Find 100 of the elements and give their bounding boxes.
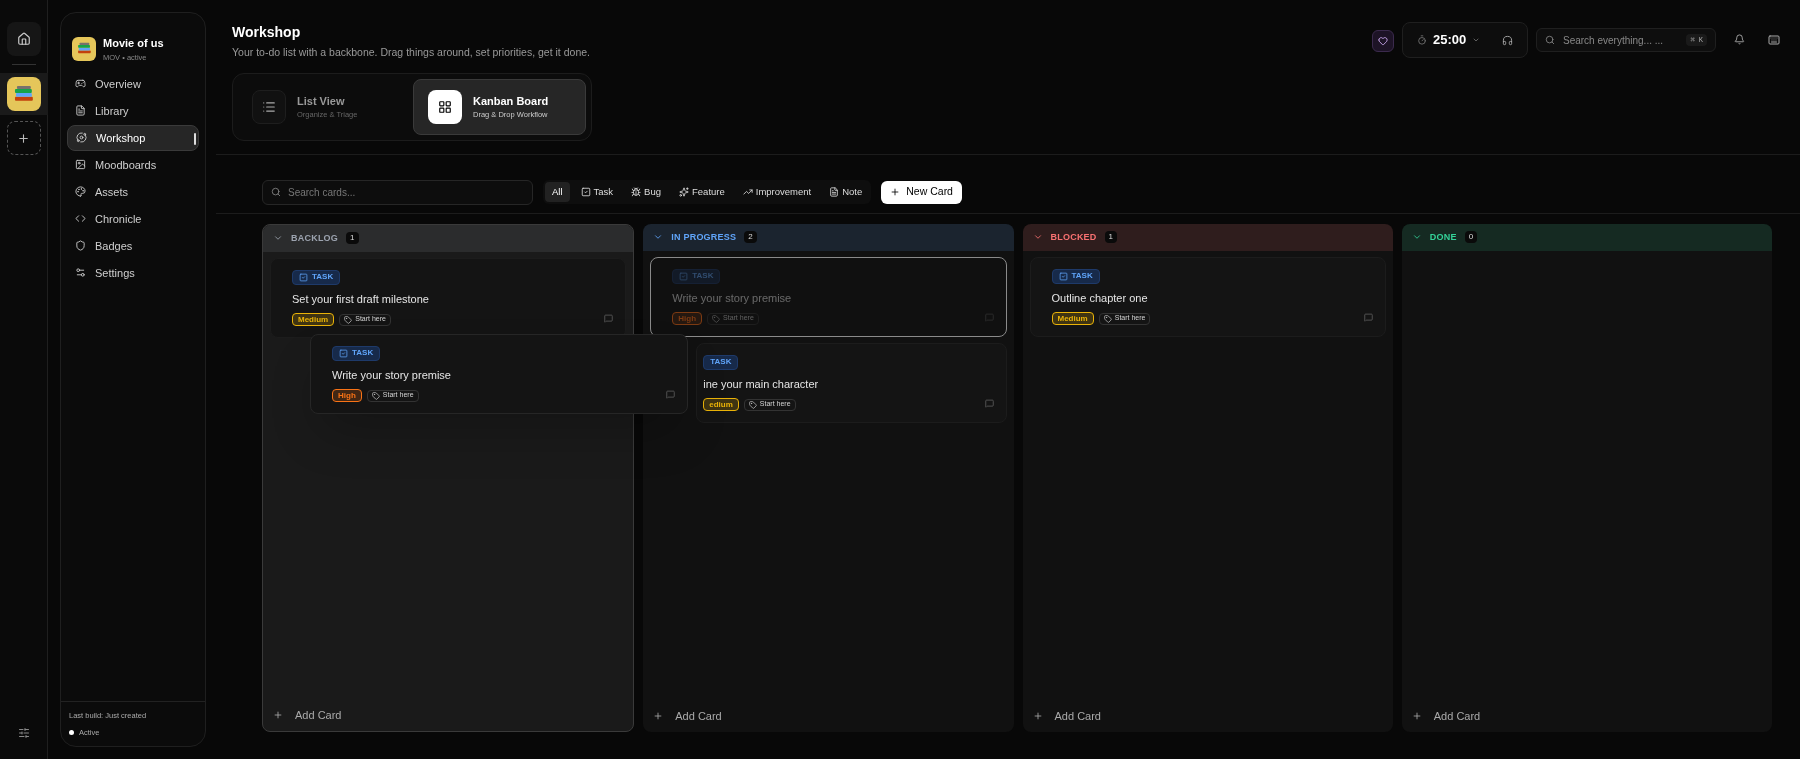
priority-tag: edium	[703, 398, 739, 411]
filter-chip[interactable]: Improvement	[735, 182, 819, 203]
plus-icon	[273, 710, 283, 720]
comment-icon[interactable]	[666, 389, 675, 399]
filter-chip[interactable]: Note	[822, 182, 870, 203]
nav-item[interactable]: Settings	[67, 259, 199, 286]
nav-item[interactable]: Badges	[67, 232, 199, 259]
page-title: Workshop	[232, 23, 302, 42]
search-icon	[1545, 35, 1555, 45]
nav-item[interactable]: Workshop	[67, 124, 199, 151]
count-badge: 1	[1104, 231, 1118, 244]
nav-icon	[75, 105, 86, 117]
card-title: ine your main character	[703, 376, 820, 392]
nav-item[interactable]: Library	[67, 97, 199, 124]
nav-icon	[75, 159, 86, 171]
checkbox-icon	[299, 272, 308, 282]
tag-icon	[748, 400, 757, 409]
filter-chip[interactable]: Feature	[672, 182, 732, 203]
comment-icon[interactable]	[984, 398, 994, 408]
project-name: Movie of us	[103, 36, 164, 51]
keyboard-icon[interactable]	[1768, 34, 1780, 46]
filter-icon	[631, 187, 642, 198]
plus-icon	[1032, 711, 1043, 721]
nav-item[interactable]: Moodboards	[67, 151, 199, 178]
priority-tag: Medium	[292, 313, 335, 326]
add-project-button[interactable]	[6, 121, 41, 155]
nav-icon	[75, 240, 86, 252]
page-subtitle: Your to-do list with a backbone. Drag things around, set priorities, get it done.	[232, 45, 591, 60]
plus-icon	[1411, 711, 1422, 721]
filter-icon	[742, 187, 753, 198]
list-icon	[262, 99, 276, 114]
type-badge: TASK	[1051, 268, 1100, 284]
tag-icon	[371, 391, 380, 400]
nav-icon	[75, 78, 86, 90]
comment-icon[interactable]	[604, 313, 614, 323]
count-badge: 2	[744, 231, 757, 244]
add-card-button[interactable]: Add Card	[653, 706, 722, 726]
timer-icon	[1417, 35, 1427, 45]
home-button[interactable]	[6, 22, 41, 56]
checkbox-icon	[679, 271, 689, 281]
column-header[interactable]: DONE 0	[1401, 223, 1772, 251]
tag-icon	[712, 314, 721, 323]
nav-item[interactable]: Overview	[67, 70, 199, 97]
nav-icon	[75, 213, 86, 225]
headphones-icon[interactable]	[1502, 34, 1513, 46]
card-title: Write your story premise	[672, 290, 793, 306]
filter-chip[interactable]: Bug	[624, 182, 668, 203]
view-title: List View	[297, 93, 346, 109]
search-icon	[271, 187, 281, 198]
add-card-button[interactable]: Add Card	[1032, 706, 1101, 726]
nav-icon	[75, 267, 86, 279]
add-card-button[interactable]: Add Card	[273, 705, 342, 725]
type-badge: TASK	[332, 345, 381, 361]
filter-icon	[580, 187, 591, 198]
priority-tag: Medium	[1051, 312, 1094, 325]
plus-icon	[17, 131, 30, 145]
priority-tag: High	[332, 389, 362, 402]
comment-icon[interactable]	[1363, 312, 1373, 322]
count-badge: 1	[346, 232, 359, 245]
view-title: Kanban Board	[473, 93, 549, 109]
nav-icon	[76, 132, 87, 144]
plus-icon	[653, 711, 664, 721]
home-icon	[16, 32, 31, 46]
timer-value: 25:00	[1433, 31, 1467, 50]
filter-icon	[829, 187, 840, 198]
column-title: IN PROGRESS	[671, 230, 737, 244]
priority-tag: High	[672, 312, 703, 325]
plus-icon	[890, 187, 901, 198]
nav-item[interactable]: Chronicle	[67, 205, 199, 232]
type-badge: TASK	[672, 268, 721, 284]
nav-item[interactable]: Assets	[67, 178, 199, 205]
grid-icon	[438, 99, 452, 114]
filter-icon	[679, 187, 689, 198]
card-title: Write your story premise	[332, 367, 452, 383]
new-card-button[interactable]: New Card	[881, 180, 962, 204]
card-search-field[interactable]: Search cards...	[262, 179, 533, 205]
heart-icon	[1378, 36, 1388, 46]
type-badge: TASK	[703, 354, 739, 370]
add-card-button[interactable]: Add Card	[1411, 706, 1481, 726]
count-badge: 0	[1464, 231, 1478, 244]
card-title: Set your first draft milestone	[292, 291, 430, 307]
column-title: BLOCKED	[1050, 230, 1097, 244]
bell-icon[interactable]	[1734, 34, 1745, 45]
favorite-button[interactable]	[1372, 30, 1394, 52]
checkbox-icon	[1058, 271, 1068, 281]
filter-chip[interactable]: Task	[573, 182, 621, 203]
filter-chip[interactable]: All	[545, 182, 570, 203]
column-header[interactable]: IN PROGRESS 2	[643, 223, 1014, 251]
sliders-icon[interactable]	[17, 727, 30, 739]
chevron-icon[interactable]	[1472, 36, 1481, 44]
tag-icon	[344, 315, 353, 324]
column-title: DONE	[1429, 230, 1457, 244]
column-header[interactable]: BLOCKED 1	[1022, 223, 1393, 251]
checkbox-icon	[339, 348, 348, 358]
card-title: Outline chapter one	[1051, 290, 1149, 306]
tag-icon	[1103, 314, 1112, 323]
nav-icon	[75, 186, 86, 198]
column-title: BACKLOG	[291, 231, 339, 245]
column-header[interactable]: BACKLOG 1	[263, 224, 634, 252]
project-slot[interactable]	[0, 73, 48, 115]
